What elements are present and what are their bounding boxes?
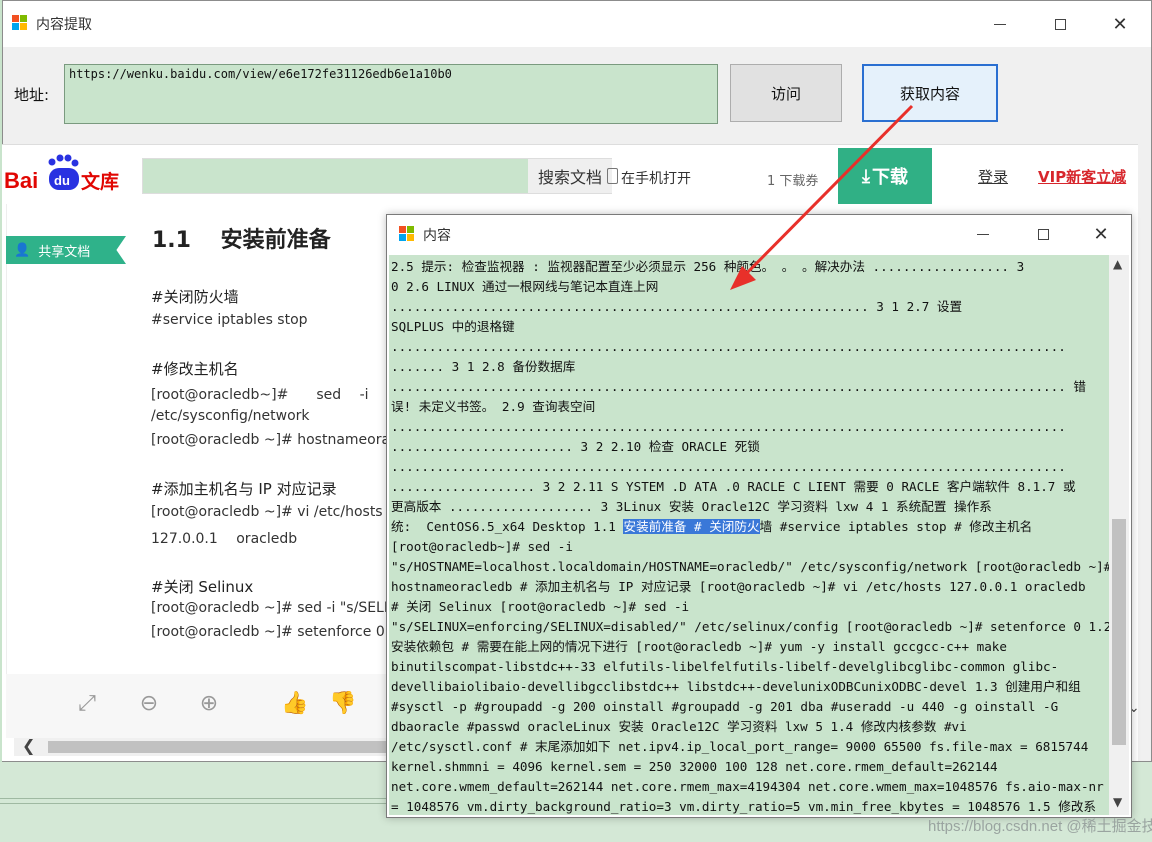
content-line-rest: 墙 #service iptables stop # 修改主机名 [759, 519, 1033, 534]
scroll-left-icon[interactable]: ❮ [22, 736, 35, 755]
content-line: 0 2.6 LINUX 通过一根网线与笔记本直连上网 [391, 279, 659, 294]
app-icon [399, 226, 415, 242]
app-icon [12, 15, 28, 31]
fetch-content-button[interactable]: 获取内容 [862, 64, 998, 122]
scroll-thumb[interactable] [48, 741, 408, 753]
scroll-thumb[interactable] [1112, 519, 1126, 745]
content-line: net.core.wmem_default=262144 net.core.rm… [391, 779, 1104, 794]
download-quota: 1 下载券 [767, 174, 819, 189]
baidu-search-button[interactable]: 搜索文档 [528, 159, 612, 193]
download-label: 下载 [871, 167, 908, 188]
watermark: https://blog.csdn.net @稀土掘金技术社区 [928, 818, 1152, 835]
doc-line: /etc/sysconfig/network [151, 408, 310, 424]
phone-icon [607, 168, 618, 184]
maximize-icon [1054, 18, 1066, 30]
open-on-phone-link[interactable]: 在手机打开 [621, 168, 691, 188]
content-line: # 关闭 Selinux [root@oracledb ~]# sed -i [391, 599, 690, 614]
content-line: devellibaiolibaio-devellibgcclibstdc++ l… [391, 679, 1081, 694]
content-line: 安装依赖包 # 需要在能上网的情况下进行 [root@oracledb ~]# … [391, 639, 1007, 654]
content-line: ........................................… [391, 459, 1066, 474]
minimize-icon [977, 233, 989, 235]
close-button[interactable]: ✕ [1106, 10, 1134, 38]
content-line-selected-row: 统: CentOS6.5_x64 Desktop 1.1 安装前准备 # 关闭防… [391, 517, 1032, 537]
content-line: 统: CentOS6.5_x64 Desktop 1.1 [391, 519, 624, 534]
divider [0, 798, 390, 804]
content-line: kernel.shmmni = 4096 kernel.sem = 250 32… [391, 759, 998, 774]
doc-line: #关闭防火墙 [151, 288, 239, 306]
minimize-icon [994, 23, 1006, 25]
doc-line: [root@oracledb ~]# sed -i "s/SELINU [151, 600, 409, 616]
address-label: 地址: [14, 86, 50, 104]
logo-wenku: 文库 [81, 170, 119, 193]
paw-icon: Bai du 文库 [4, 154, 119, 193]
doc-line: [root@oracledb~]# sed -i " [151, 387, 403, 403]
content-line: ................... 3 2 2.11 S YSTEM .D … [391, 479, 1076, 494]
doc-line: #关闭 Selinux [151, 578, 254, 596]
doc-line: [root@oracledb ~]# hostnameoracle [151, 432, 411, 448]
content-line: ........................................… [391, 299, 963, 314]
login-link[interactable]: 登录 [978, 166, 1008, 187]
content-line: ........................................… [391, 379, 1086, 394]
maximize-button[interactable] [1046, 10, 1074, 38]
content-line: "s/SELINUX=enforcing/SELINUX=disabled/" … [391, 619, 1109, 634]
minimize-button[interactable] [969, 220, 997, 248]
content-line: ........................................… [391, 419, 1066, 434]
doc-line: 127.0.0.1 oracledb [151, 531, 298, 547]
visit-button[interactable]: 访问 [730, 64, 842, 122]
content-line: /etc/sysctl.conf # 末尾添加如下 net.ipv4.ip_lo… [391, 739, 1089, 754]
content-line: ........................................… [391, 339, 1066, 354]
download-button[interactable]: ⤓ 下载 [838, 148, 932, 204]
doc-line: #修改主机名 [151, 360, 239, 378]
maximize-icon [1037, 228, 1049, 240]
share-tag-label: 共享文档 [38, 244, 91, 260]
thumbs-down-icon[interactable]: 👎 [329, 690, 356, 716]
doc-line: [root@oracledb ~]# setenforce 0 [151, 624, 385, 640]
selected-text: 安装前准备 # 关闭防火 [623, 519, 760, 534]
content-line: 误! 未定义书签。 2.9 查询表空间 [391, 399, 596, 414]
content-line: "s/HOSTNAME=localhost.localdomain/HOSTNA… [391, 559, 1109, 574]
content-line: ....... 3 1 2.8 备份数据库 [391, 359, 576, 374]
fullscreen-icon[interactable]: ⤢ [74, 690, 100, 716]
document-title: 1.1 安装前准备 [152, 228, 331, 253]
address-input[interactable]: https://wenku.baidu.com/view/e6e172fe311… [64, 64, 718, 124]
content-line: binutilscompat-libstdc++-33 elfutils-lib… [391, 659, 1059, 674]
doc-line: #添加主机名与 IP 对应记录 [151, 480, 337, 498]
vertical-scrollbar[interactable]: ▲ ▼ [1109, 255, 1129, 815]
content-line: 更高版本 ................... 3 3Linux 安装 Ora… [391, 499, 992, 514]
doc-line: #service iptables stop [151, 312, 308, 328]
content-line: hostnameoracledb # 添加主机名与 IP 对应记录 [root@… [391, 579, 1086, 594]
scroll-down-icon[interactable]: ▼ [1113, 795, 1122, 809]
vip-link[interactable]: VIP新客立减 [1038, 166, 1126, 187]
logo-du: du [54, 173, 70, 188]
maximize-button[interactable] [1029, 220, 1057, 248]
user-icon: 👤 [14, 242, 31, 258]
content-titlebar [387, 215, 1131, 253]
close-button[interactable]: ✕ [1087, 220, 1115, 248]
main-window-title: 内容提取 [36, 17, 92, 33]
content-textarea[interactable]: 2.5 提示: 检查监视器 : 监视器配置至少必须显示 256 种颜色。 。 。… [389, 255, 1109, 815]
main-titlebar [3, 1, 1151, 47]
content-line: [root@oracledb~]# sed -i [391, 539, 573, 554]
content-line: = 1048576 vm.dirty_background_ratio=3 vm… [391, 799, 1097, 814]
content-line: dbaoracle #passwd oracleLinux 安装 Oracle1… [391, 719, 967, 734]
doc-line: [root@oracledb ~]# vi /etc/hosts [151, 504, 383, 520]
thumbs-up-icon[interactable]: 👍 [281, 690, 308, 716]
scroll-up-icon[interactable]: ▲ [1113, 257, 1122, 271]
content-window: 内容 ✕ 2.5 提示: 检查监视器 : 监视器配置至少必须显示 256 种颜色… [386, 214, 1132, 818]
content-line: SQLPLUS 中的退格键 [391, 319, 515, 334]
close-icon: ✕ [1112, 13, 1128, 35]
content-line: #sysctl -p #groupadd -g 200 oinstall #gr… [391, 699, 1059, 714]
minimize-button[interactable] [986, 10, 1014, 38]
zoom-in-icon[interactable]: ⊕ [196, 690, 222, 716]
logo-bai: Bai [4, 168, 38, 193]
share-tag: 👤 共享文档 [6, 236, 126, 264]
baidu-wenku-logo[interactable]: Bai du 文库 [4, 152, 124, 196]
zoom-out-icon[interactable]: ⊖ [136, 690, 162, 716]
content-line: ........................ 3 2 2.10 检查 ORA… [391, 439, 760, 454]
content-window-title: 内容 [423, 228, 451, 244]
close-icon: ✕ [1093, 223, 1109, 245]
content-line: 2.5 提示: 检查监视器 : 监视器配置至少必须显示 256 种颜色。 。 。… [391, 259, 1025, 274]
download-icon: ⤓ [862, 165, 870, 187]
